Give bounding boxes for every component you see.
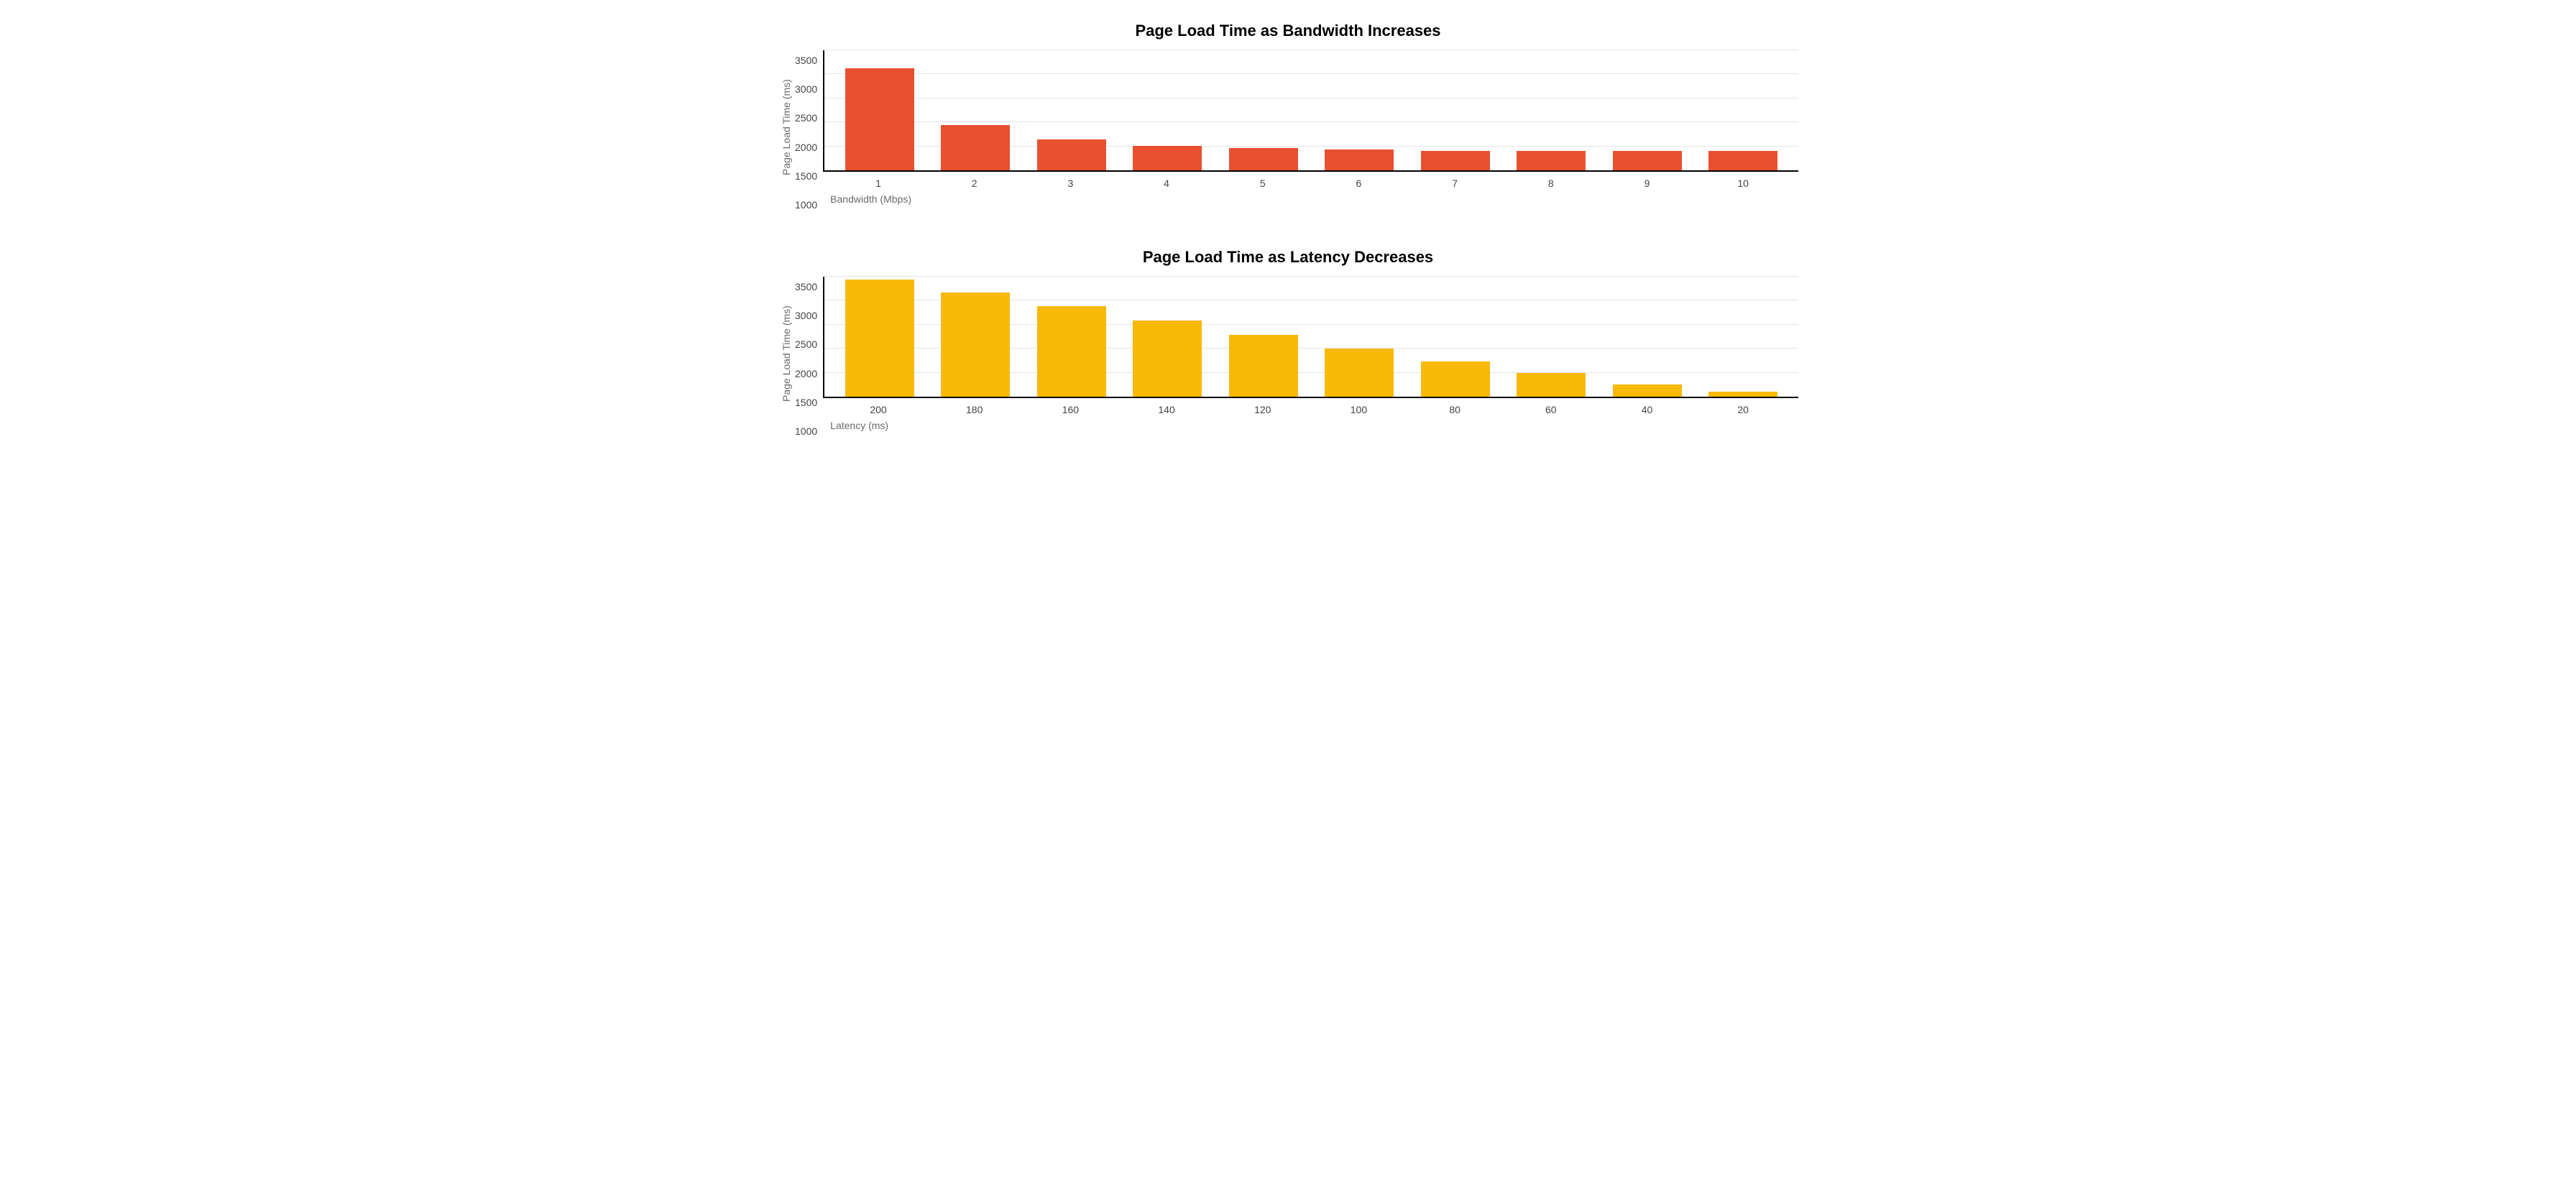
x-tick: 180 bbox=[926, 404, 1023, 415]
bar-slot bbox=[832, 50, 927, 170]
x-tick: 120 bbox=[1215, 404, 1311, 415]
bar bbox=[1708, 151, 1777, 170]
plot-area bbox=[823, 50, 1798, 172]
bar-slot bbox=[1696, 277, 1791, 397]
x-tick: 160 bbox=[1023, 404, 1119, 415]
plot-area bbox=[823, 277, 1798, 398]
bar bbox=[1325, 149, 1394, 170]
bar-slot bbox=[1215, 50, 1311, 170]
bar-slot bbox=[1407, 277, 1503, 397]
y-tick: 2000 bbox=[795, 142, 817, 152]
x-axis-ticks: 12345678910 bbox=[823, 172, 1798, 189]
chart-bandwidth: Page Load Time as Bandwidth Increases Pag… bbox=[778, 22, 1798, 205]
bar-slot bbox=[1599, 277, 1695, 397]
bar bbox=[1229, 335, 1298, 397]
bars bbox=[824, 277, 1798, 397]
bar bbox=[1613, 384, 1682, 397]
bar-slot bbox=[1599, 50, 1695, 170]
x-tick: 6 bbox=[1311, 178, 1407, 189]
x-tick: 10 bbox=[1695, 178, 1791, 189]
bar bbox=[1133, 146, 1202, 170]
x-tick: 80 bbox=[1407, 404, 1503, 415]
x-tick: 200 bbox=[830, 404, 926, 415]
x-axis-label: Bandwidth (Mbps) bbox=[823, 189, 1798, 205]
bar bbox=[941, 292, 1010, 397]
chart-title: Page Load Time as Latency Decreases bbox=[778, 248, 1798, 267]
x-axis-ticks: 20018016014012010080604020 bbox=[823, 398, 1798, 415]
x-tick: 100 bbox=[1311, 404, 1407, 415]
x-tick: 40 bbox=[1599, 404, 1696, 415]
chart-latency: Page Load Time as Latency Decreases Page … bbox=[778, 248, 1798, 431]
x-tick: 2 bbox=[926, 178, 1023, 189]
chart-frame: Page Load Time (ms)3500 3000 2500 2000 1500 1… bbox=[778, 277, 1798, 431]
x-axis-label: Latency (ms) bbox=[823, 415, 1798, 431]
x-tick: 9 bbox=[1599, 178, 1696, 189]
bar bbox=[845, 68, 914, 170]
y-axis-label: Page Load Time (ms) bbox=[778, 50, 795, 205]
bar bbox=[1037, 306, 1106, 397]
bar bbox=[1708, 392, 1777, 397]
x-tick: 4 bbox=[1118, 178, 1215, 189]
bar-slot bbox=[1120, 277, 1215, 397]
bar bbox=[1517, 373, 1586, 397]
bar bbox=[1421, 151, 1490, 170]
bar-slot bbox=[1312, 277, 1407, 397]
bar bbox=[1421, 361, 1490, 397]
bar-slot bbox=[1024, 277, 1119, 397]
bar-slot bbox=[1215, 277, 1311, 397]
bar-slot bbox=[1407, 50, 1503, 170]
x-tick: 8 bbox=[1503, 178, 1599, 189]
bar bbox=[1613, 151, 1682, 170]
y-tick: 3000 bbox=[795, 310, 817, 321]
bar-slot bbox=[1696, 50, 1791, 170]
bars bbox=[824, 50, 1798, 170]
y-tick: 3500 bbox=[795, 55, 817, 65]
x-tick: 1 bbox=[830, 178, 926, 189]
bar-slot bbox=[1504, 50, 1599, 170]
bar bbox=[845, 280, 914, 397]
y-tick: 1500 bbox=[795, 397, 817, 407]
y-tick: 1000 bbox=[795, 200, 817, 210]
bar-slot bbox=[928, 50, 1024, 170]
y-tick: 2500 bbox=[795, 113, 817, 123]
bar bbox=[1325, 349, 1394, 397]
y-tick: 3000 bbox=[795, 84, 817, 94]
y-tick: 2000 bbox=[795, 369, 817, 379]
bar-slot bbox=[1120, 50, 1215, 170]
x-tick: 7 bbox=[1407, 178, 1503, 189]
y-axis-label: Page Load Time (ms) bbox=[778, 277, 795, 431]
y-tick: 2500 bbox=[795, 339, 817, 349]
bar bbox=[1517, 151, 1586, 170]
y-axis-ticks: 350030002500200015001000 bbox=[795, 50, 823, 205]
bar-slot bbox=[1504, 277, 1599, 397]
bar-slot bbox=[928, 277, 1024, 397]
y-tick: 1000 bbox=[795, 426, 817, 436]
y-axis-ticks: 350030002500200015001000 bbox=[795, 277, 823, 431]
x-tick: 3 bbox=[1023, 178, 1119, 189]
bar-slot bbox=[1312, 50, 1407, 170]
bar bbox=[1037, 139, 1106, 170]
x-tick: 5 bbox=[1215, 178, 1311, 189]
x-tick: 140 bbox=[1118, 404, 1215, 415]
y-tick: 3500 bbox=[795, 282, 817, 292]
chart-title: Page Load Time as Bandwidth Increases bbox=[778, 22, 1798, 40]
bar-slot bbox=[1024, 50, 1119, 170]
bar bbox=[1133, 321, 1202, 397]
chart-frame: Page Load Time (ms)3500 3000 2500 2000 1500 1… bbox=[778, 50, 1798, 205]
y-tick: 1500 bbox=[795, 171, 817, 181]
bar bbox=[941, 125, 1010, 170]
x-tick: 20 bbox=[1695, 404, 1791, 415]
bar bbox=[1229, 148, 1298, 170]
x-tick: 60 bbox=[1503, 404, 1599, 415]
bar-slot bbox=[832, 277, 927, 397]
